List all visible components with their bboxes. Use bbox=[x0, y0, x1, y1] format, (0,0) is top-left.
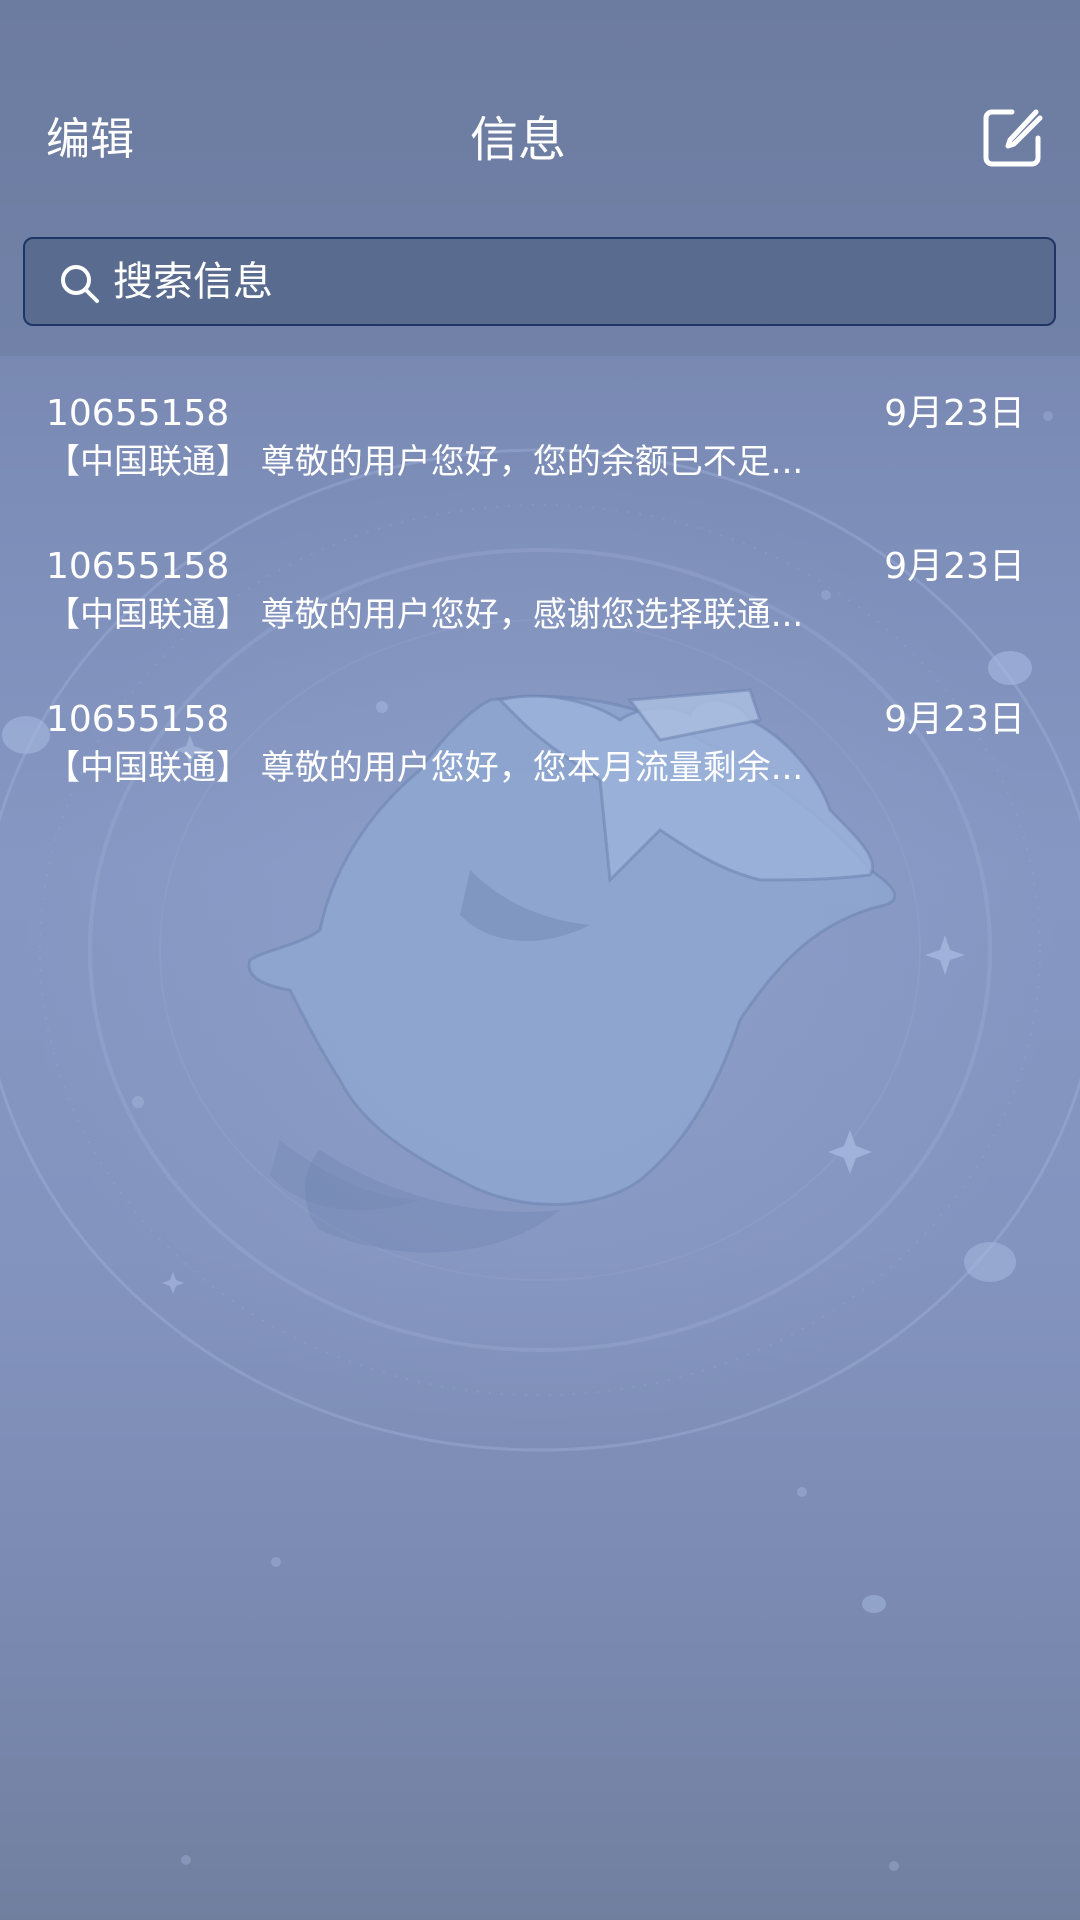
message-sender: 10655158 bbox=[46, 699, 230, 740]
message-sender: 10655158 bbox=[46, 546, 230, 587]
message-row[interactable]: 10655158 9月23日 【中国联通】 尊敬的用户您好，您本月流量剩余... bbox=[0, 662, 1080, 815]
search-icon bbox=[61, 265, 99, 303]
message-sender: 10655158 bbox=[46, 393, 230, 434]
message-row[interactable]: 10655158 9月23日 【中国联通】 尊敬的用户您好，感谢您选择联通... bbox=[0, 509, 1080, 662]
search-placeholder: 搜索信息 bbox=[113, 259, 273, 305]
search-input[interactable]: 搜索信息 bbox=[23, 237, 1056, 326]
compose-button[interactable] bbox=[980, 106, 1044, 170]
message-row[interactable]: 10655158 9月23日 【中国联通】 尊敬的用户您好，您的余额已不足... bbox=[0, 356, 1080, 509]
message-date: 9月23日 bbox=[884, 546, 1025, 587]
page-title: 信息 bbox=[469, 112, 566, 168]
header-bar: 编辑 信息 搜索信息 bbox=[0, 0, 1080, 356]
message-date: 9月23日 bbox=[884, 393, 1025, 434]
message-preview: 【中国联通】 尊敬的用户您好，感谢您选择联通... bbox=[46, 595, 804, 635]
message-preview: 【中国联通】 尊敬的用户您好，您的余额已不足... bbox=[46, 442, 804, 482]
message-date: 9月23日 bbox=[884, 699, 1025, 740]
message-list: 10655158 9月23日 【中国联通】 尊敬的用户您好，您的余额已不足...… bbox=[0, 356, 1080, 815]
compose-icon bbox=[983, 109, 1043, 167]
message-preview: 【中国联通】 尊敬的用户您好，您本月流量剩余... bbox=[46, 748, 804, 788]
